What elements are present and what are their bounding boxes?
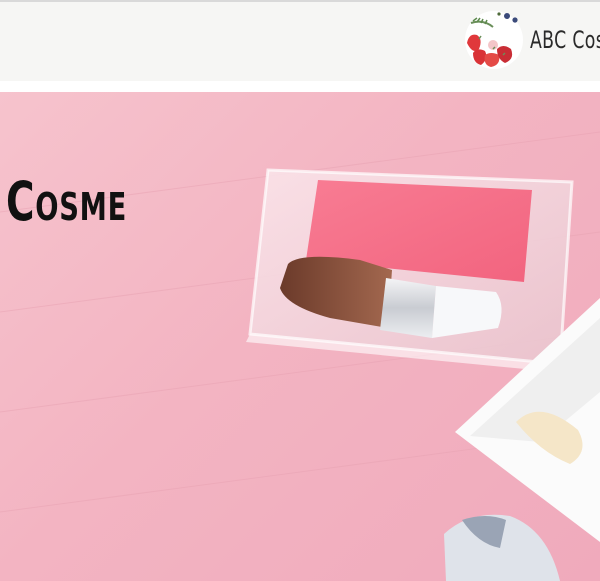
- site-header: ABC Cosm: [0, 2, 600, 81]
- fruit-wreath-logo-icon[interactable]: [463, 9, 525, 71]
- hero-banner: Cosme: [0, 92, 600, 581]
- header-divider: [0, 81, 600, 92]
- blush-compact-photo: [0, 131, 600, 581]
- hero-title: Cosme: [6, 170, 128, 233]
- brand-name[interactable]: ABC Cosm: [530, 26, 600, 54]
